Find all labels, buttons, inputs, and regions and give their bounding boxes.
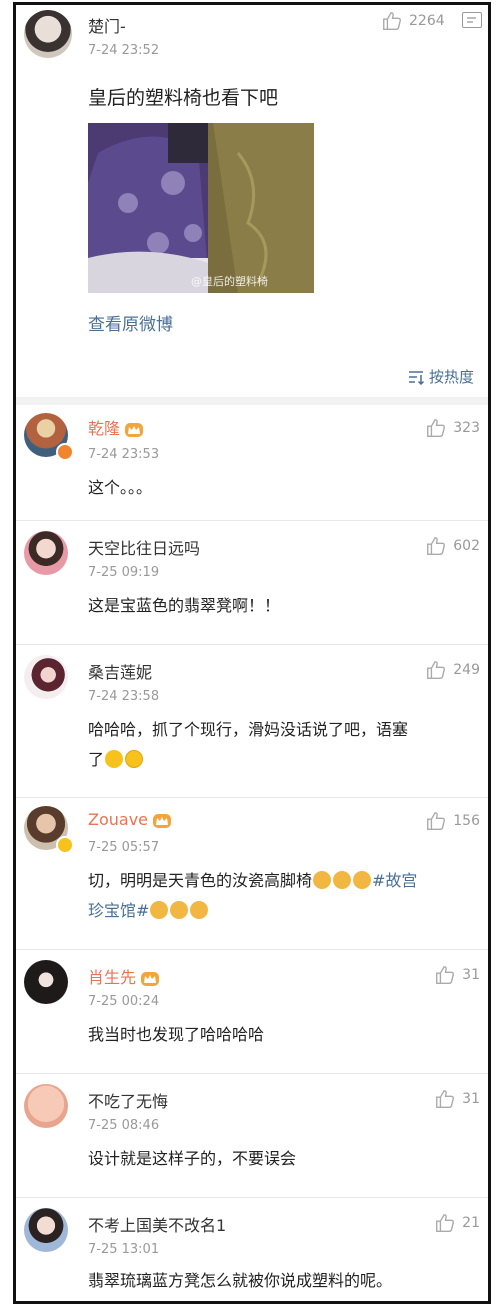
comment-like-count: 602 xyxy=(453,538,480,554)
comment-like-button[interactable]: 31 xyxy=(434,964,480,986)
comment-time: 7-24 23:58 xyxy=(88,689,160,704)
commenter-name[interactable]: 天空比往日远吗 xyxy=(88,535,200,559)
sort-label: 按热度 xyxy=(428,368,474,386)
comment-item: 乾隆 7-24 23:53 323 这个。。。 xyxy=(16,405,488,521)
thumb-up-icon xyxy=(436,966,455,984)
post-like-count: 2264 xyxy=(409,13,445,29)
thumb-up-icon xyxy=(427,812,446,830)
comment-like-button[interactable]: 602 xyxy=(425,535,480,557)
cat-emoji-icon xyxy=(190,901,209,919)
post-image[interactable]: @皇后的塑料椅 xyxy=(88,123,314,293)
comment-item: 天空比往日远吗 7-25 09:19 602 这是宝蓝色的翡翠凳啊！！ xyxy=(16,521,488,645)
screenshot-frame: 楚门- 7-24 23:52 2264 皇后的塑料椅也看下吧 @皇后的塑料椅 查… xyxy=(13,2,491,1304)
commenter-avatar[interactable] xyxy=(24,1208,68,1252)
comment-time: 7-25 08:46 xyxy=(88,1118,160,1133)
comment-like-button[interactable]: 21 xyxy=(434,1212,480,1234)
cat-emoji-icon xyxy=(353,871,372,889)
crown-icon xyxy=(153,813,172,828)
comment-item: 肖生先 7-25 00:24 31 我当时也发现了哈哈哈哈 xyxy=(16,950,488,1074)
cat-emoji-icon xyxy=(150,901,169,919)
commenter-avatar[interactable] xyxy=(24,655,68,699)
comment-like-count: 21 xyxy=(462,1215,480,1231)
grinning-emoji-icon xyxy=(125,750,144,768)
laughing-emoji-icon xyxy=(105,750,124,768)
author-avatar[interactable] xyxy=(24,10,72,58)
view-original-link[interactable]: 查看原微博 xyxy=(88,310,173,335)
commenter-name[interactable]: 不考上国美不改名1 xyxy=(88,1212,226,1236)
comment-text-line: 了 xyxy=(88,745,474,775)
hashtag-link[interactable]: 珍宝馆# xyxy=(88,901,149,920)
comment-like-count: 31 xyxy=(462,1091,480,1107)
original-post: 楚门- 7-24 23:52 2264 皇后的塑料椅也看下吧 @皇后的塑料椅 查… xyxy=(16,5,488,397)
comment-item: 桑吉莲妮 7-24 23:58 249 哈哈哈，抓了个现行，滑妈没话说了吧，语塞… xyxy=(16,645,488,798)
cat-emoji-icon xyxy=(333,871,352,889)
thumb-up-icon xyxy=(427,661,446,679)
comment-like-button[interactable]: 31 xyxy=(434,1088,480,1110)
commenter-avatar[interactable] xyxy=(24,960,68,1004)
comment-text: 设计就是这样子的，不要误会 xyxy=(88,1149,297,1168)
comment-time: 7-25 00:24 xyxy=(88,994,160,1009)
thumb-up-icon xyxy=(436,1214,455,1232)
commenter-name[interactable]: 肖生先 xyxy=(88,964,160,988)
sort-icon xyxy=(408,370,425,385)
commenter-name[interactable]: 乾隆 xyxy=(88,415,144,439)
comment-page: 楚门- 7-24 23:52 2264 皇后的塑料椅也看下吧 @皇后的塑料椅 查… xyxy=(16,5,488,1301)
commenter-name[interactable]: 桑吉莲妮 xyxy=(88,659,152,683)
comment-item: Zouave 7-25 05:57 156 切，明明是天青色的汝瓷高脚椅 #故宫 … xyxy=(16,798,488,950)
comment-like-count: 156 xyxy=(453,813,480,829)
author-name[interactable]: 楚门- xyxy=(88,13,126,37)
commenter-avatar[interactable] xyxy=(24,531,68,575)
commenter-name[interactable]: 不吃了无悔 xyxy=(88,1088,168,1112)
comment-text: 这个。。。 xyxy=(88,478,153,497)
comment-like-count: 31 xyxy=(462,967,480,983)
comment-text-line: 珍宝馆# xyxy=(88,896,474,926)
comment-text: 哈哈哈，抓了个现行，滑妈没话说了吧，语塞 了 xyxy=(88,715,474,775)
post-like-button[interactable]: 2264 xyxy=(381,10,445,32)
cat-emoji-icon xyxy=(313,871,332,889)
thumb-up-icon xyxy=(427,419,446,437)
comment-like-button[interactable]: 323 xyxy=(425,417,480,439)
post-text: 皇后的塑料椅也看下吧 xyxy=(88,87,279,109)
verified-badge-icon xyxy=(56,443,74,461)
thumb-up-icon xyxy=(383,12,401,30)
verified-badge-icon xyxy=(56,836,74,854)
comment-like-count: 323 xyxy=(453,420,480,436)
comment-like-button[interactable]: 156 xyxy=(425,810,480,832)
comment-text: 这是宝蓝色的翡翠凳啊！！ xyxy=(88,596,281,615)
cat-emoji-icon xyxy=(170,901,189,919)
sort-button[interactable]: 按热度 xyxy=(408,366,474,387)
thumb-up-icon xyxy=(427,537,446,555)
post-time: 7-24 23:52 xyxy=(88,43,160,58)
comment-item: 不吃了无悔 7-25 08:46 31 设计就是这样子的，不要误会 xyxy=(16,1074,488,1198)
comment-time: 7-25 13:01 xyxy=(88,1242,160,1257)
section-separator xyxy=(16,397,488,405)
thumb-up-icon xyxy=(436,1090,455,1108)
commenter-name[interactable]: Zouave xyxy=(88,810,172,829)
crown-icon xyxy=(141,971,160,986)
comment-time: 7-25 05:57 xyxy=(88,840,160,855)
image-watermark: @皇后的塑料椅 xyxy=(191,275,268,288)
crown-icon xyxy=(125,422,144,437)
comment-time: 7-24 23:53 xyxy=(88,447,160,462)
comment-text-line: 哈哈哈，抓了个现行，滑妈没话说了吧，语塞 xyxy=(88,720,409,739)
commenter-avatar[interactable] xyxy=(24,1084,68,1128)
comment-like-button[interactable]: 249 xyxy=(425,659,480,681)
comment-text: 翡翠琉璃蓝方凳怎么就被你说成塑料的呢。 xyxy=(88,1271,393,1290)
hashtag-link[interactable]: #故宫 xyxy=(372,871,417,890)
comment-text: 我当时也发现了哈哈哈哈 xyxy=(88,1025,265,1044)
comment-text-line: 切，明明是天青色的汝瓷高脚椅 #故宫 xyxy=(88,871,418,890)
comment-time: 7-25 09:19 xyxy=(88,565,160,580)
comment-text: 切，明明是天青色的汝瓷高脚椅 #故宫 珍宝馆# xyxy=(88,866,474,926)
comment-icon[interactable] xyxy=(462,12,482,28)
comment-like-count: 249 xyxy=(453,662,480,678)
comment-item: 不考上国美不改名1 7-25 13:01 21 翡翠琉璃蓝方凳怎么就被你说成塑料… xyxy=(16,1198,488,1301)
